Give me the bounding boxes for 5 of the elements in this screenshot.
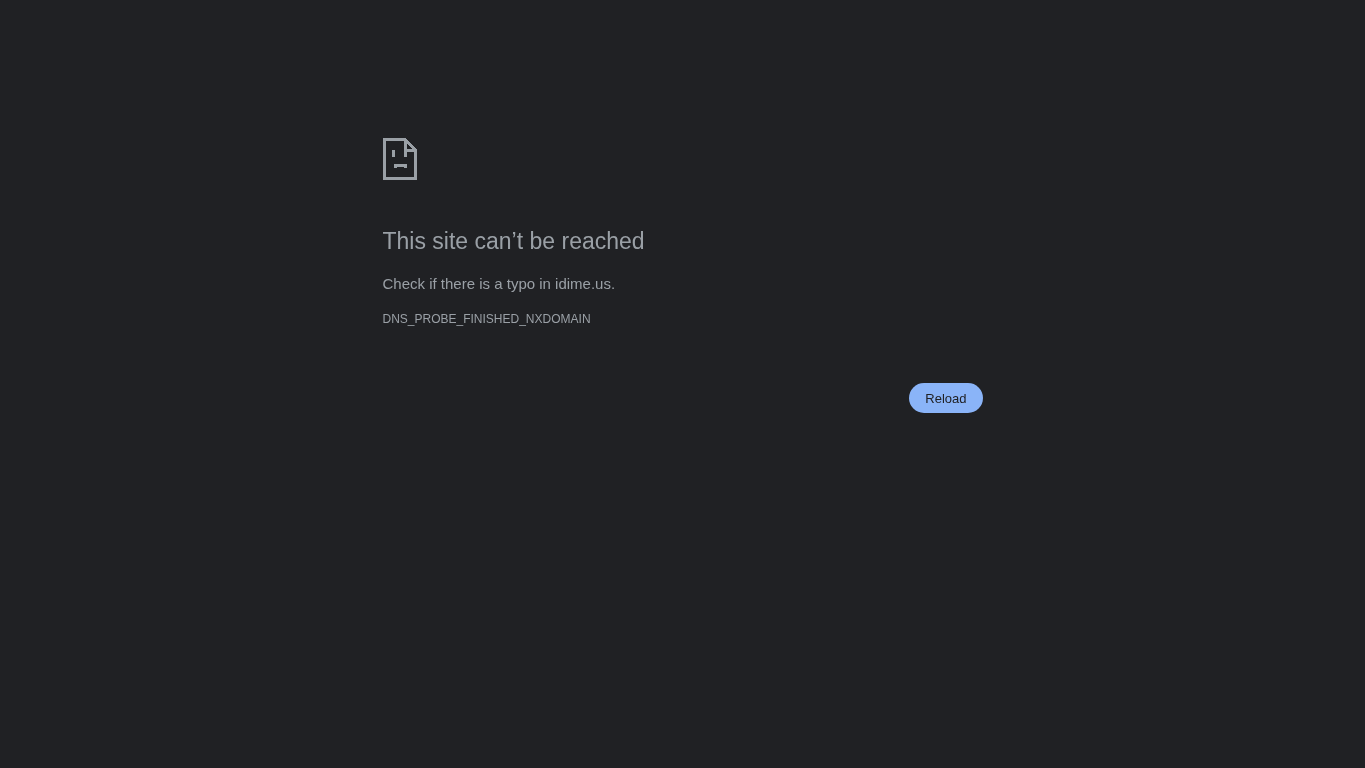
sad-document-icon <box>382 138 417 180</box>
error-heading: This site can’t be reached <box>382 227 645 256</box>
reload-button[interactable]: Reload <box>909 383 983 413</box>
error-message: Check if there is a typo in idime.us. <box>382 274 616 294</box>
error-code: DNS_PROBE_FINISHED_NXDOMAIN <box>382 311 591 327</box>
